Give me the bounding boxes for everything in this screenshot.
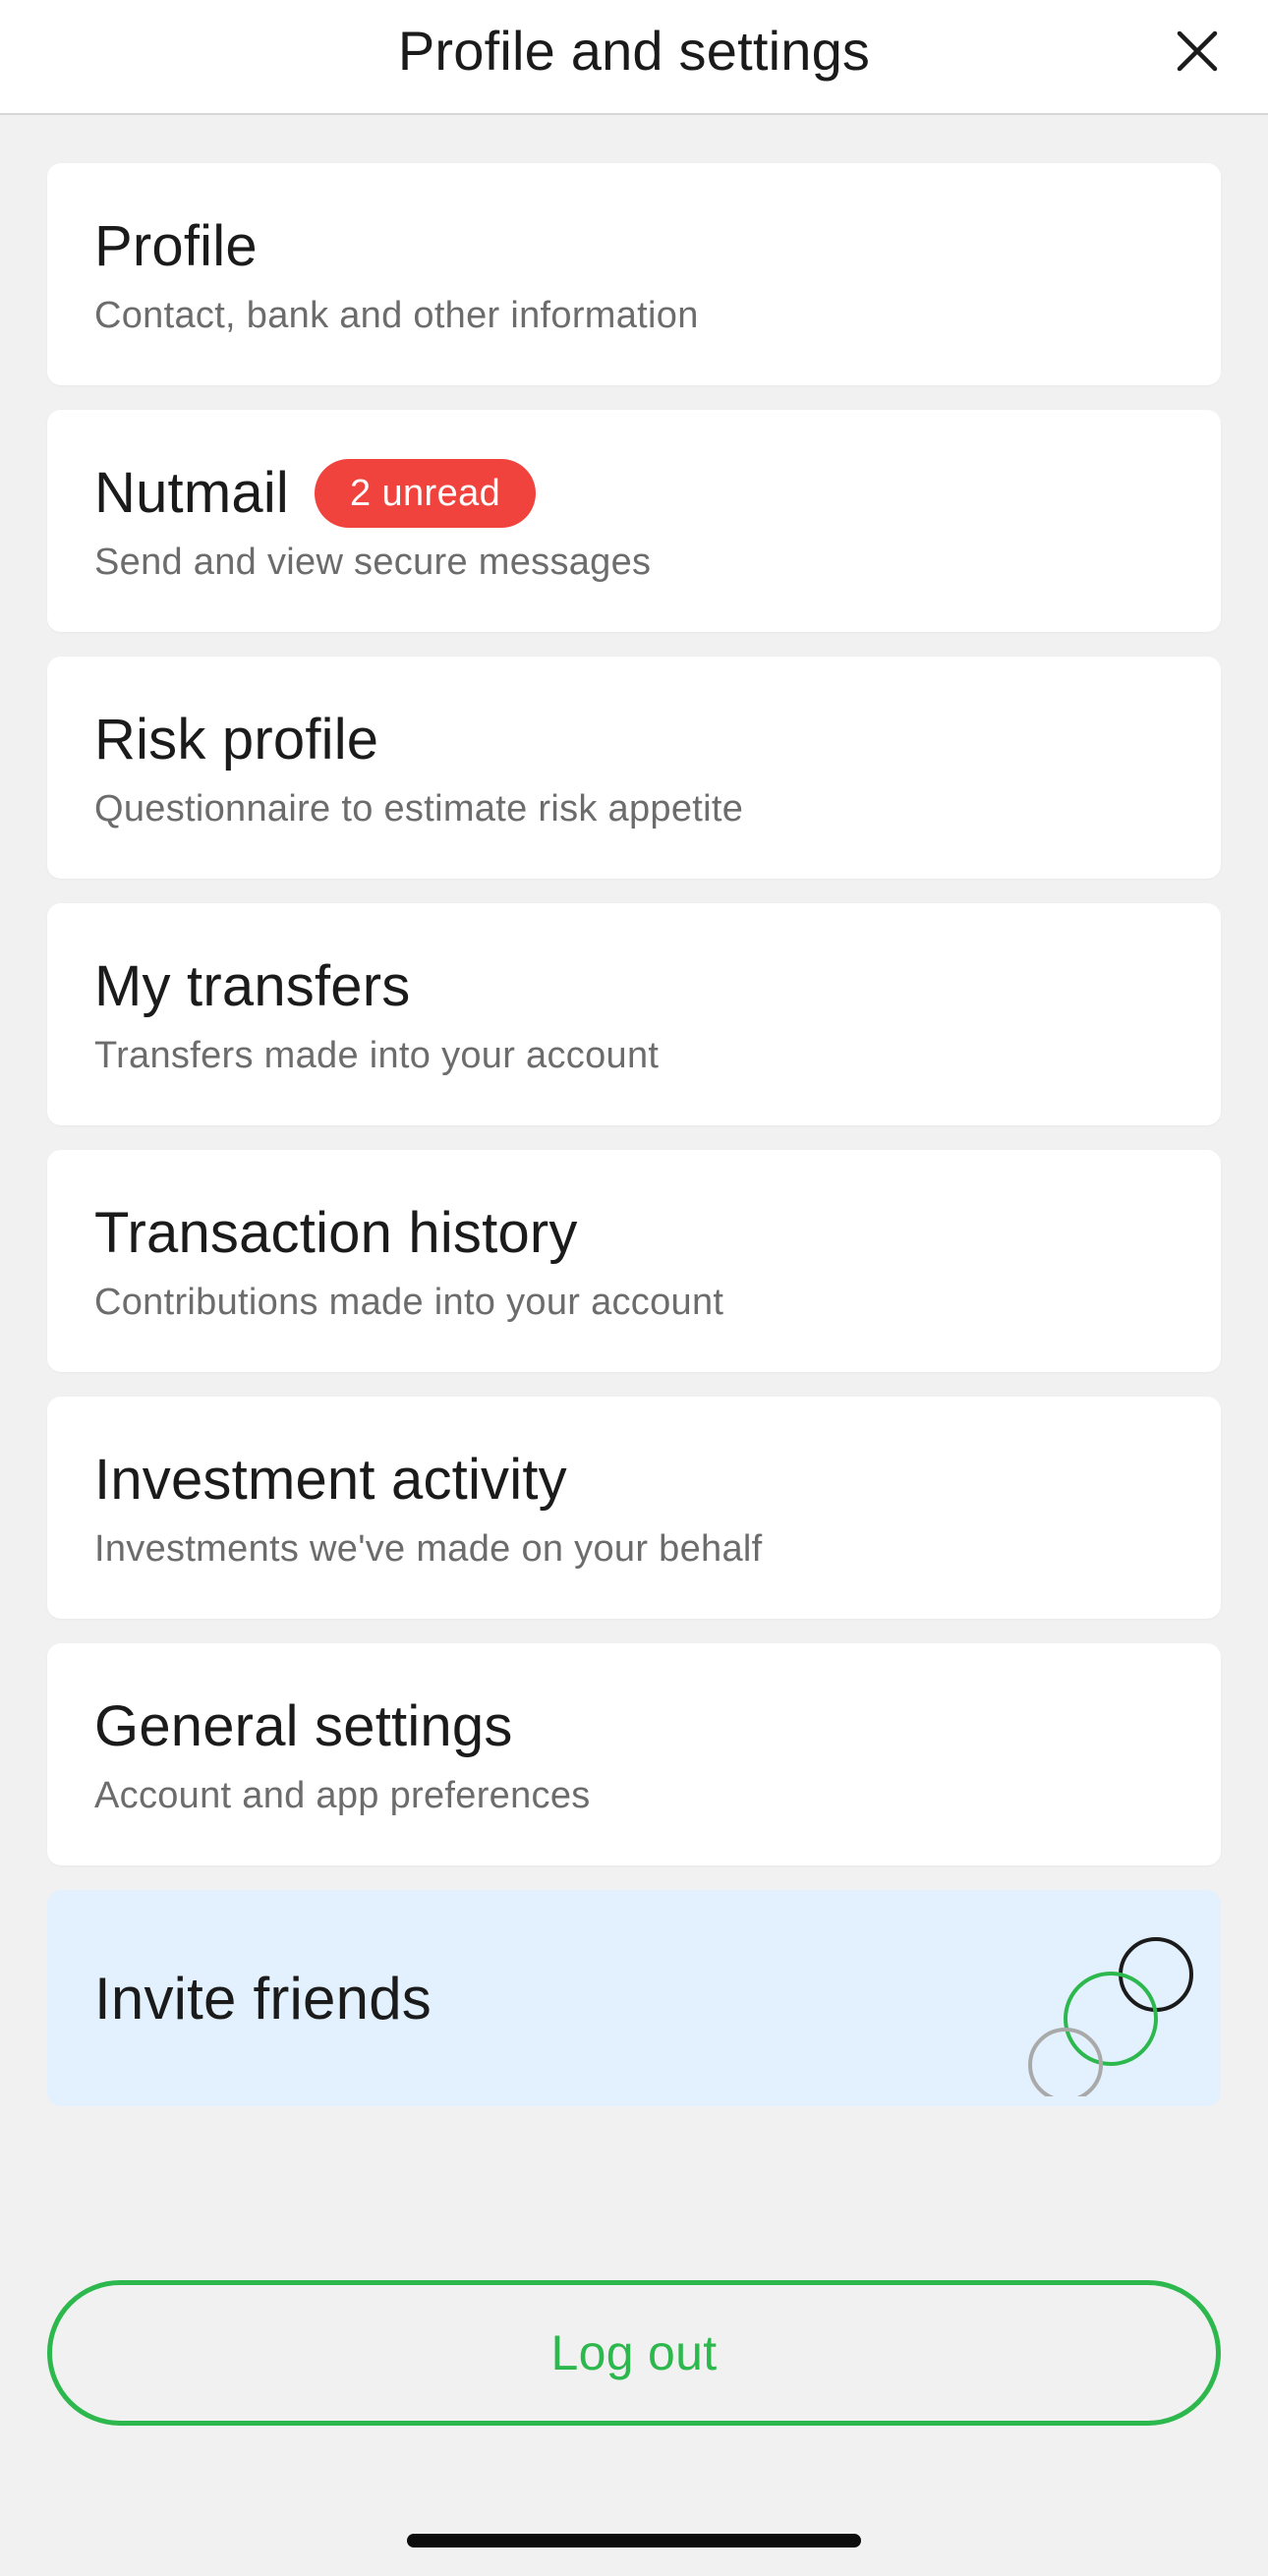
close-icon [1177,30,1218,72]
menu-item-risk-profile[interactable]: Risk profile Questionnaire to estimate r… [47,657,1221,879]
invite-friends-card[interactable]: Invite friends [47,1890,1221,2106]
home-indicator[interactable] [407,2534,861,2547]
menu-item-profile[interactable]: Profile Contact, bank and other informat… [47,163,1221,385]
menu-item-title: Transaction history [94,1201,578,1265]
menu-item-title: Nutmail [94,461,289,525]
settings-menu: Profile Contact, bank and other informat… [47,163,1221,2106]
menu-item-nutmail[interactable]: Nutmail 2 unread Send and view secure me… [47,410,1221,632]
menu-item-title: Risk profile [94,708,379,772]
menu-item-title: Profile [94,214,258,278]
invite-friends-title: Invite friends [94,1966,432,2032]
invite-circles-icon [1028,1937,1193,2096]
menu-item-title: My transfers [94,954,411,1018]
menu-item-subtitle: Account and app preferences [94,1775,591,1816]
menu-item-subtitle: Transfers made into your account [94,1035,660,1076]
menu-item-transaction-history[interactable]: Transaction history Contributions made i… [47,1150,1221,1372]
menu-item-title: Investment activity [94,1448,567,1512]
menu-item-title: General settings [94,1694,513,1758]
page-title: Profile and settings [397,20,871,82]
logout-button[interactable]: Log out [47,2280,1221,2426]
menu-item-subtitle: Contact, bank and other information [94,295,699,336]
close-button[interactable] [1166,20,1229,83]
menu-item-subtitle: Contributions made into your account [94,1282,724,1323]
top-bar: Profile and settings [0,0,1268,115]
logout-label: Log out [550,2325,718,2380]
menu-item-subtitle: Send and view secure messages [94,542,652,583]
menu-item-subtitle: Investments we've made on your behalf [94,1528,763,1570]
menu-item-my-transfers[interactable]: My transfers Transfers made into your ac… [47,903,1221,1125]
menu-item-subtitle: Questionnaire to estimate risk appetite [94,788,744,830]
unread-badge: 2 unread [315,459,537,528]
menu-item-general-settings[interactable]: General settings Account and app prefere… [47,1643,1221,1865]
menu-item-investment-activity[interactable]: Investment activity Investments we've ma… [47,1397,1221,1619]
